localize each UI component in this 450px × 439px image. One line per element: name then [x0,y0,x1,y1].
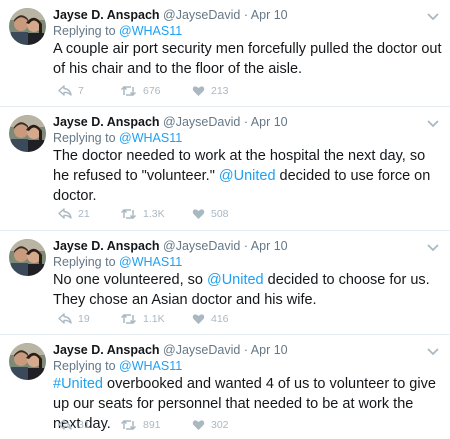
replying-prefix: Replying to [53,359,116,373]
replying-prefix: Replying to [53,255,116,269]
reply-icon [58,419,72,430]
tweet[interactable]: Jayse D. Anspach @JayseDavid · Apr 10 Re… [0,0,450,107]
reply-button[interactable]: 19 [58,313,98,325]
reply-icon [58,85,72,96]
tweet[interactable]: Jayse D. Anspach @JayseDavid · Apr 10 Re… [0,335,450,439]
tweet-text: The doctor needed to work at the hospita… [53,146,443,206]
heart-icon [192,209,205,219]
tweet-header: Jayse D. Anspach @JayseDavid · Apr 10 [53,343,288,358]
separator-dot: · [243,115,248,129]
author-handle[interactable]: @JayseDavid [163,115,240,129]
avatar[interactable] [9,115,46,152]
chevron-down-icon[interactable] [426,8,440,21]
retweet-icon [120,85,137,97]
tweet-header: Jayse D. Anspach @JayseDavid · Apr 10 [53,239,288,254]
replying-to: Replying to @WHAS11 [53,359,182,374]
reply-count: 7 [78,85,84,97]
mention-link[interactable]: @United [219,168,276,184]
retweet-icon [120,208,137,220]
like-count: 416 [211,313,229,325]
tweet-actions: 21 1.3K 508 [58,207,251,221]
retweet-button[interactable]: 676 [120,85,170,97]
retweet-button[interactable]: 1.1K [120,313,170,325]
replying-prefix: Replying to [53,24,116,38]
replying-to: Replying to @WHAS11 [53,131,182,146]
retweet-button[interactable]: 891 [120,419,170,431]
reply-button[interactable]: 31 [58,419,98,431]
replying-to: Replying to @WHAS11 [53,24,182,39]
heart-icon [192,86,205,96]
separator-dot: · [243,8,248,22]
replying-prefix: Replying to [53,131,116,145]
tweet[interactable]: Jayse D. Anspach @JayseDavid · Apr 10 Re… [0,231,450,335]
tweet-actions: 19 1.1K 416 [58,312,251,326]
tweet-text: No one volunteered, so @United decided t… [53,270,443,310]
heart-icon [192,420,205,430]
separator-dot: · [243,239,248,253]
like-button[interactable]: 302 [192,419,229,431]
like-button[interactable]: 508 [192,208,229,220]
chevron-down-icon[interactable] [426,343,440,356]
tweet-time[interactable]: Apr 10 [251,343,288,357]
retweet-button[interactable]: 1.3K [120,208,170,220]
author-handle[interactable]: @JayseDavid [163,8,240,22]
replying-to: Replying to @WHAS11 [53,255,182,270]
author-name[interactable]: Jayse D. Anspach [53,115,160,129]
like-count: 302 [211,419,229,431]
retweet-count: 891 [143,419,161,431]
replying-mention[interactable]: @WHAS11 [119,359,182,373]
reply-count: 19 [78,313,90,325]
author-name[interactable]: Jayse D. Anspach [53,239,160,253]
retweet-count: 1.1K [143,313,165,325]
reply-count: 21 [78,208,90,220]
heart-icon [192,314,205,324]
like-button[interactable]: 213 [192,85,229,97]
replying-mention[interactable]: @WHAS11 [119,24,182,38]
retweet-icon [120,313,137,325]
tweet-header: Jayse D. Anspach @JayseDavid · Apr 10 [53,115,288,130]
tweet-header: Jayse D. Anspach @JayseDavid · Apr 10 [53,8,288,23]
reply-icon [58,313,72,324]
reply-button[interactable]: 7 [58,85,98,97]
retweet-count: 676 [143,85,161,97]
reply-button[interactable]: 21 [58,208,98,220]
hashtag-link[interactable]: #United [53,376,103,392]
tweet-time[interactable]: Apr 10 [251,239,288,253]
avatar[interactable] [9,239,46,276]
author-name[interactable]: Jayse D. Anspach [53,343,160,357]
like-button[interactable]: 416 [192,313,229,325]
mention-link[interactable]: @United [207,272,264,288]
retweet-count: 1.3K [143,208,165,220]
tweet[interactable]: Jayse D. Anspach @JayseDavid · Apr 10 Re… [0,107,450,231]
tweet-time[interactable]: Apr 10 [251,115,288,129]
replying-mention[interactable]: @WHAS11 [119,255,182,269]
avatar[interactable] [9,343,46,380]
avatar[interactable] [9,8,46,45]
tweet-thread: Jayse D. Anspach @JayseDavid · Apr 10 Re… [0,0,450,439]
separator-dot: · [243,343,248,357]
tweet-actions: 7 676 213 [58,84,251,98]
tweet-actions: 31 891 302 [58,418,251,432]
tweet-text-part: A couple air port security men forcefull… [53,41,442,77]
chevron-down-icon[interactable] [426,115,440,128]
like-count: 213 [211,85,229,97]
chevron-down-icon[interactable] [426,239,440,252]
replying-mention[interactable]: @WHAS11 [119,131,182,145]
author-handle[interactable]: @JayseDavid [163,343,240,357]
tweet-text: A couple air port security men forcefull… [53,39,443,79]
reply-icon [58,208,72,219]
retweet-icon [120,419,137,431]
tweet-text-part: No one volunteered, so [53,272,207,288]
author-handle[interactable]: @JayseDavid [163,239,240,253]
like-count: 508 [211,208,229,220]
reply-count: 31 [78,419,90,431]
author-name[interactable]: Jayse D. Anspach [53,8,160,22]
tweet-time[interactable]: Apr 10 [251,8,288,22]
